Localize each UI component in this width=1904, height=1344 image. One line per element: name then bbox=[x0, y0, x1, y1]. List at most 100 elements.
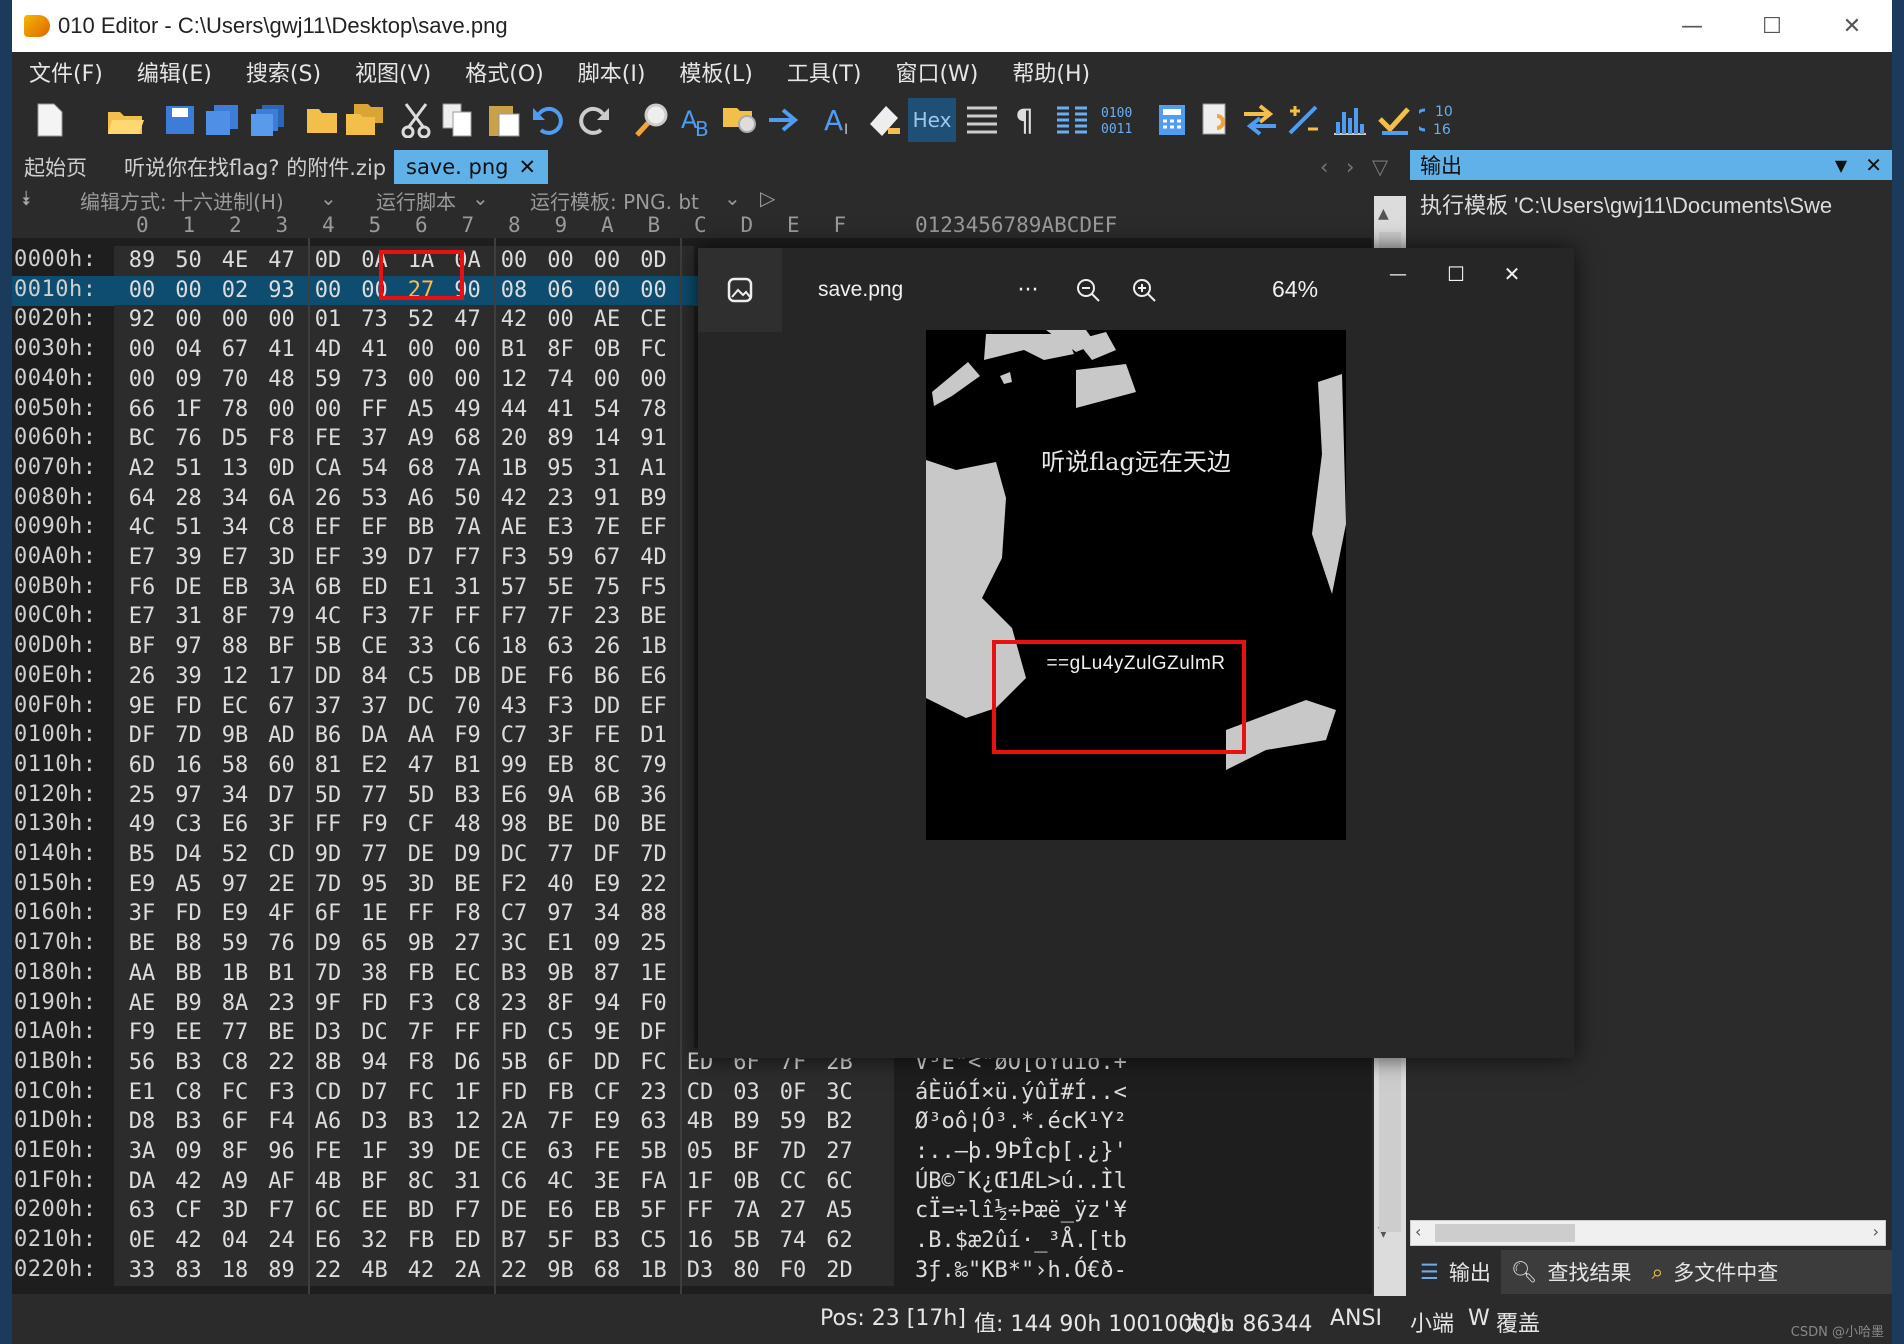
hex-byte[interactable]: 89 bbox=[122, 248, 162, 273]
hex-byte[interactable]: 54 bbox=[355, 456, 395, 481]
hex-byte[interactable]: CE bbox=[634, 307, 674, 332]
hex-byte[interactable]: C8 bbox=[215, 1050, 255, 1075]
hex-byte[interactable]: 98 bbox=[494, 812, 534, 837]
hex-byte[interactable]: D7 bbox=[401, 545, 441, 570]
hex-byte[interactable]: 16 bbox=[169, 753, 209, 778]
hex-byte[interactable]: FF bbox=[308, 812, 348, 837]
hex-byte[interactable]: E6 bbox=[494, 783, 534, 808]
hex-byte[interactable]: BE bbox=[448, 872, 488, 897]
hex-byte[interactable]: FE bbox=[308, 426, 348, 451]
hex-byte[interactable]: 03 bbox=[727, 1080, 767, 1105]
hex-byte[interactable]: BB bbox=[401, 515, 441, 540]
base-convert-icon[interactable]: 10 16 bbox=[1418, 100, 1458, 140]
hex-byte[interactable]: 67 bbox=[215, 337, 255, 362]
hex-byte[interactable]: 37 bbox=[355, 426, 395, 451]
hex-byte[interactable]: FF bbox=[355, 397, 395, 422]
hex-byte[interactable]: 00 bbox=[541, 307, 581, 332]
hex-byte[interactable]: 8B bbox=[308, 1050, 348, 1075]
ascii-text[interactable]: ÚB©¯K¿Œ1ÆL>ú..Ìl bbox=[915, 1169, 1127, 1194]
hex-byte[interactable]: 42 bbox=[169, 1169, 209, 1194]
hex-byte[interactable]: 1F bbox=[680, 1169, 720, 1194]
run-template-dropdown[interactable]: 运行模板: PNG. bt bbox=[530, 186, 699, 215]
hex-byte[interactable]: 64 bbox=[122, 486, 162, 511]
hex-byte[interactable]: FD bbox=[494, 1020, 534, 1045]
hex-byte[interactable]: A5 bbox=[401, 397, 441, 422]
tab-find-in-files[interactable]: ⌕ 多文件中查 bbox=[1642, 1257, 1789, 1287]
hex-byte[interactable]: FB bbox=[401, 961, 441, 986]
hex-byte[interactable]: E6 bbox=[634, 664, 674, 689]
hex-byte[interactable]: 41 bbox=[262, 337, 302, 362]
hex-byte[interactable]: EC bbox=[448, 961, 488, 986]
hex-byte[interactable]: D1 bbox=[634, 723, 674, 748]
ascii-text[interactable]: cÏ=÷lî½÷Þæë_ÿz'¥ bbox=[915, 1198, 1127, 1223]
hex-byte[interactable]: C3 bbox=[169, 812, 209, 837]
hex-byte[interactable]: 08 bbox=[494, 278, 534, 303]
hex-byte[interactable]: 7F bbox=[541, 1109, 581, 1134]
hex-byte[interactable]: 9F bbox=[308, 991, 348, 1016]
hex-byte[interactable]: 77 bbox=[355, 842, 395, 867]
hex-byte[interactable]: B9 bbox=[727, 1109, 767, 1134]
open-folder-icon[interactable] bbox=[106, 100, 146, 140]
hex-byte[interactable]: 63 bbox=[541, 1139, 581, 1164]
hex-byte[interactable]: F9 bbox=[355, 812, 395, 837]
hex-byte[interactable]: 7D bbox=[634, 842, 674, 867]
hex-byte[interactable]: B1 bbox=[494, 337, 534, 362]
hex-byte[interactable]: 0D bbox=[634, 248, 674, 273]
hex-byte[interactable]: BE bbox=[634, 604, 674, 629]
hex-byte[interactable]: 05 bbox=[680, 1139, 720, 1164]
hex-byte[interactable]: 8F bbox=[215, 1139, 255, 1164]
hex-byte[interactable]: A2 bbox=[122, 456, 162, 481]
hex-byte[interactable]: D8 bbox=[122, 1109, 162, 1134]
hex-byte[interactable]: BD bbox=[401, 1198, 441, 1223]
hex-byte[interactable]: DC bbox=[401, 694, 441, 719]
hex-byte[interactable]: 0D bbox=[308, 248, 348, 273]
hex-byte[interactable]: 9D bbox=[308, 842, 348, 867]
hex-byte[interactable]: 23 bbox=[587, 604, 627, 629]
hex-byte[interactable]: 5B bbox=[634, 1139, 674, 1164]
hex-row[interactable]: 01C0h: E1 C8 FC F3 CD D7 FC 1F FD FB CF 23 CD 03 0F 3C áÈ… bbox=[12, 1077, 1372, 1108]
hex-byte[interactable]: FF bbox=[401, 901, 441, 926]
hex-byte[interactable]: 3F bbox=[122, 901, 162, 926]
hex-byte[interactable]: F0 bbox=[634, 991, 674, 1016]
hex-byte[interactable]: 88 bbox=[215, 634, 255, 659]
hex-byte[interactable]: BB bbox=[169, 961, 209, 986]
hex-byte[interactable]: CF bbox=[401, 812, 441, 837]
hex-byte[interactable]: 73 bbox=[355, 307, 395, 332]
hex-byte[interactable]: 14 bbox=[587, 426, 627, 451]
hex-byte[interactable]: 7D bbox=[169, 723, 209, 748]
hex-byte[interactable]: 5F bbox=[634, 1198, 674, 1223]
hex-byte[interactable]: D4 bbox=[169, 842, 209, 867]
hex-byte[interactable]: AE bbox=[587, 307, 627, 332]
menu-format[interactable]: 格式(O) bbox=[448, 56, 560, 88]
hex-byte[interactable]: 7D bbox=[308, 961, 348, 986]
hex-byte[interactable]: 7E bbox=[587, 515, 627, 540]
hex-byte[interactable]: 58 bbox=[215, 753, 255, 778]
hex-byte[interactable]: 1E bbox=[355, 901, 395, 926]
hex-byte[interactable]: DE bbox=[494, 1198, 534, 1223]
hex-byte[interactable]: 48 bbox=[448, 812, 488, 837]
hex-byte[interactable]: 50 bbox=[448, 486, 488, 511]
hex-byte[interactable]: 04 bbox=[215, 1228, 255, 1253]
hex-byte[interactable]: 97 bbox=[169, 783, 209, 808]
hex-byte[interactable]: A9 bbox=[215, 1169, 255, 1194]
hex-byte[interactable]: 95 bbox=[355, 872, 395, 897]
hex-byte[interactable]: 80 bbox=[727, 1258, 767, 1283]
zoom-out-icon[interactable] bbox=[1066, 268, 1110, 312]
hex-byte[interactable]: 4D bbox=[634, 545, 674, 570]
ascii-text[interactable]: áÈüóÍ×ü.ýûÏ#Í..< bbox=[915, 1080, 1127, 1105]
panel-dropdown-icon[interactable]: ▼ bbox=[1835, 156, 1847, 175]
hex-byte[interactable]: 23 bbox=[494, 991, 534, 1016]
menu-edit[interactable]: 编辑(E) bbox=[120, 56, 229, 88]
hex-byte[interactable]: 0B bbox=[587, 337, 627, 362]
hex-byte[interactable]: 60 bbox=[262, 753, 302, 778]
hex-byte[interactable]: DF bbox=[634, 1020, 674, 1045]
hex-byte[interactable]: 40 bbox=[541, 872, 581, 897]
hex-byte[interactable]: 00 bbox=[587, 248, 627, 273]
hex-byte[interactable]: 4B bbox=[308, 1169, 348, 1194]
hex-byte[interactable]: 76 bbox=[262, 931, 302, 956]
hex-byte[interactable]: F8 bbox=[448, 901, 488, 926]
hex-byte[interactable]: 9B bbox=[401, 931, 441, 956]
hex-byte[interactable]: B2 bbox=[820, 1109, 860, 1134]
hex-byte[interactable]: 6C bbox=[820, 1169, 860, 1194]
hex-byte[interactable]: 3E bbox=[587, 1169, 627, 1194]
